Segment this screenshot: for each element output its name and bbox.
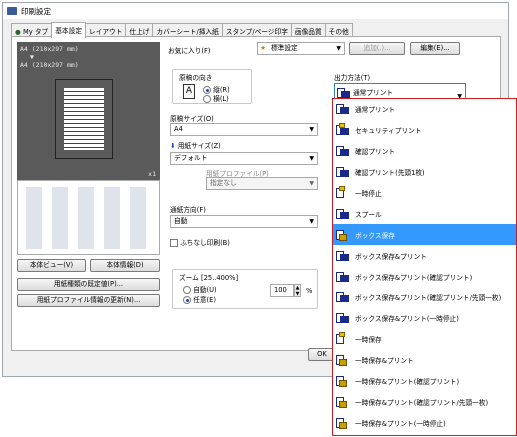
tab-other[interactable]: その他: [324, 23, 353, 37]
spool-icon: [336, 207, 350, 221]
output-method-label: 出力方法(T): [334, 74, 371, 82]
tab-stamp[interactable]: スタンプ/ページ印字: [221, 23, 292, 37]
option-spool[interactable]: スプール: [333, 203, 516, 224]
chevron-down-icon: ▼: [309, 180, 314, 187]
box-icon: [336, 228, 350, 242]
paper-type-default-button[interactable]: 用紙種類の既定値(P)...: [17, 278, 160, 291]
chevron-down-icon: ▼: [309, 155, 314, 162]
tab-my-tab[interactable]: ● My タブ: [11, 23, 53, 37]
favorites-label: お気に入り(F): [168, 47, 211, 55]
favorite-star-icon: ★: [260, 44, 266, 52]
paper-size-label: 用紙サイズ(Z): [177, 142, 221, 150]
favorites-edit-button[interactable]: 編集(E)...: [410, 42, 460, 55]
option-normal-print[interactable]: 通常プリント: [333, 99, 516, 120]
option-temp-save-print-proof-first[interactable]: 一時保存&プリント(確認プリント/先頭一枚): [333, 391, 516, 412]
orientation-label: 原稿の向き: [179, 74, 213, 82]
chevron-down-icon: ▼: [309, 126, 314, 133]
zoom-value-input[interactable]: 100: [270, 284, 294, 297]
landscape-radio[interactable]: [203, 95, 211, 103]
device-view-button[interactable]: 本体ビュー(V): [17, 259, 86, 272]
zoom-auto-radio[interactable]: [183, 286, 191, 294]
option-box-save-print-proof-first[interactable]: ボックス保存&プリント(確認プリント/先頭一枚): [333, 287, 516, 308]
feed-direction-select[interactable]: 自動 ▼: [170, 215, 318, 228]
favorites-add-button[interactable]: 追加(.)...: [349, 42, 405, 55]
secure-print-icon: [336, 123, 350, 137]
arrow-down-icon: ⬇: [170, 142, 176, 150]
zoom-group: ズーム [25..400%] 自動(U) 任意(E) 100 ▲ ▼ %: [172, 269, 318, 309]
option-temp-save-print[interactable]: 一時保存&プリント: [333, 350, 516, 371]
zoom-arbitrary-radio[interactable]: [183, 296, 191, 304]
box-print-icon: [336, 249, 350, 263]
option-proof-print-first[interactable]: 確認プリント(先頭1枚): [333, 162, 516, 183]
option-box-save-print[interactable]: ボックス保存&プリント: [333, 245, 516, 266]
paper-profile-select[interactable]: 指定なし ▼: [206, 177, 318, 190]
option-box-save[interactable]: ボックス保存: [333, 224, 516, 246]
proof-print-icon: [336, 165, 350, 179]
zoom-label: ズーム [25..400%]: [179, 274, 239, 282]
device-icon-panel: [17, 180, 160, 255]
tab-bar: ● My タブ 基本設定 レイアウト 仕上げ カバーシート/挿入紙 スタンプ/ペ…: [11, 22, 353, 38]
temp-save-icon: [336, 332, 350, 346]
orientation-group: 原稿の向き A 縦(R) 横(L): [172, 69, 252, 104]
box-print-icon: [336, 311, 350, 325]
original-size-select[interactable]: A4 ▼: [170, 123, 318, 136]
option-temp-save-print-proof[interactable]: 一時保存&プリント(確認プリント): [333, 371, 516, 392]
document-preview-icon: [55, 79, 113, 159]
device-options-icon: [26, 187, 152, 249]
proof-print-icon: [336, 144, 350, 158]
option-proof-print[interactable]: 確認プリント: [333, 141, 516, 162]
tab-layout[interactable]: レイアウト: [84, 23, 127, 37]
print-icon: [336, 102, 350, 116]
option-secure-print[interactable]: セキュリティプリント: [333, 120, 516, 141]
device-info-button[interactable]: 本体情報(D): [90, 259, 160, 272]
box-print-icon: [336, 270, 350, 284]
tab-finishing[interactable]: 仕上げ: [125, 23, 154, 37]
option-pause[interactable]: 一時停止: [333, 183, 516, 204]
favorites-select[interactable]: ★ 標準設定 ▼: [257, 42, 345, 55]
option-temp-save-print-pause[interactable]: 一時保存&プリント(一時停止): [333, 412, 516, 433]
option-temp-save[interactable]: 一時保存: [333, 329, 516, 350]
option-box-save-print-proof[interactable]: ボックス保存&プリント(確認プリント): [333, 266, 516, 287]
temp-save-print-icon: [336, 416, 350, 430]
option-box-save-print-pause[interactable]: ボックス保存&プリント(一時停止): [333, 308, 516, 329]
printer-icon: [7, 7, 17, 15]
box-print-icon: [336, 290, 350, 304]
tab-basic[interactable]: 基本設定: [51, 22, 86, 38]
page-preview: A4 (210x297 mm) ▼ A4 (210x297 mm) x1: [17, 42, 160, 182]
tab-quality[interactable]: 画像品質: [290, 23, 326, 37]
user-icon: ●: [15, 28, 21, 36]
zoom-spinner[interactable]: ▲ ▼: [294, 284, 301, 297]
chevron-down-icon: ▼: [336, 45, 341, 52]
tab-cover-insert[interactable]: カバーシート/挿入紙: [152, 23, 223, 37]
output-method-dropdown[interactable]: 通常プリント セキュリティプリント 確認プリント 確認プリント(先頭1枚) 一時…: [332, 98, 517, 436]
preview-size-output: A4 (210x297 mm): [20, 61, 79, 69]
window-title: 印刷設定: [21, 6, 51, 16]
zoom-unit: %: [306, 287, 313, 295]
temp-save-print-icon: [336, 395, 350, 409]
paper-profile-update-button[interactable]: 用紙プロファイル情報の更新(N)...: [17, 294, 160, 307]
original-size-label: 原稿サイズ(O): [170, 115, 214, 123]
temp-save-print-icon: [336, 374, 350, 388]
preview-size-original: A4 (210x297 mm): [20, 45, 79, 53]
paper-size-select[interactable]: デフォルト ▼: [170, 152, 318, 165]
chevron-down-icon: ▼: [309, 218, 314, 225]
pause-icon: [336, 186, 350, 200]
preview-copies: x1: [148, 170, 156, 178]
borderless-label: ふちなし印刷(B): [180, 239, 230, 247]
orientation-icon: A: [183, 84, 195, 99]
temp-save-print-icon: [336, 353, 350, 367]
title-bar: 印刷設定: [3, 3, 508, 19]
borderless-checkbox[interactable]: [170, 239, 178, 247]
feed-direction-label: 通紙方向(F): [170, 206, 206, 214]
